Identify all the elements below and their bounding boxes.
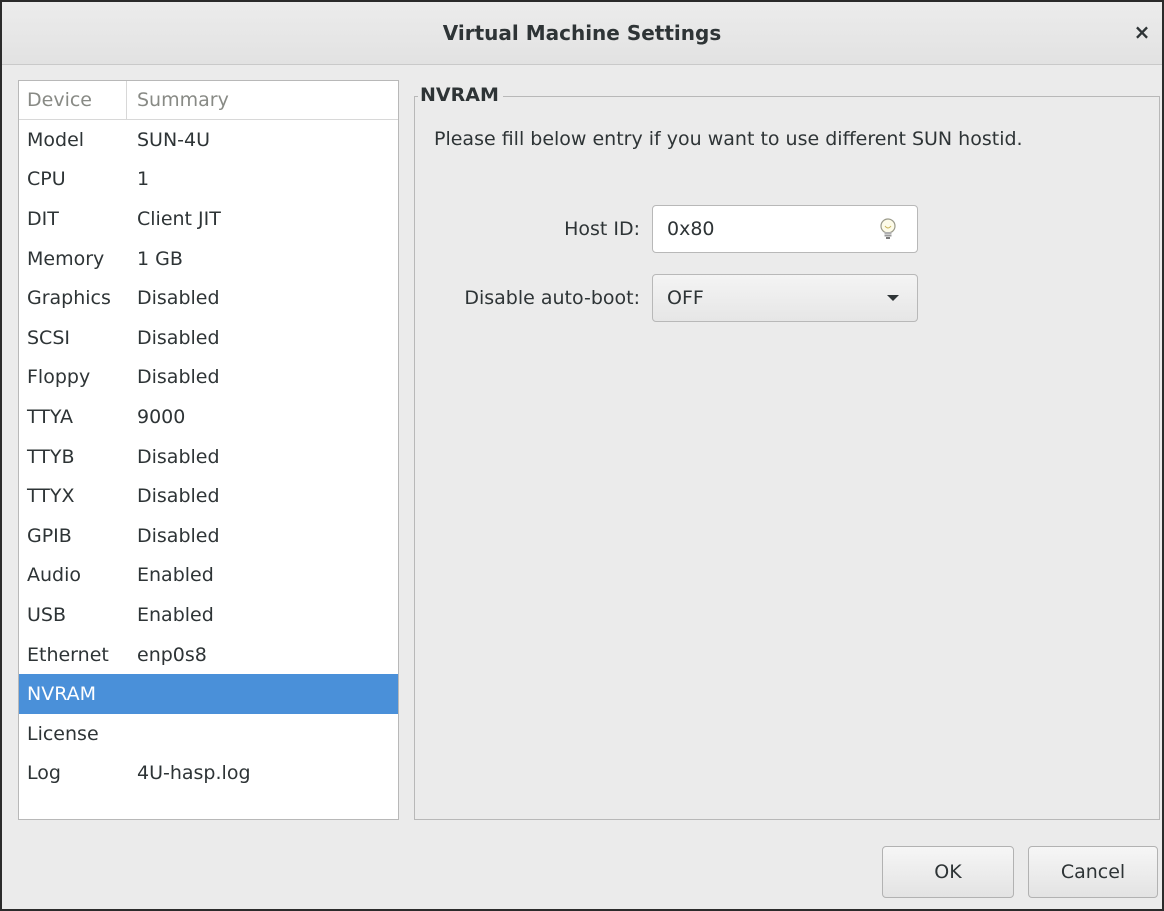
- device-summary: Disabled: [137, 326, 220, 349]
- nvram-frame-title: NVRAM: [418, 84, 503, 106]
- device-summary: 1: [137, 168, 150, 191]
- device-summary: Disabled: [137, 485, 220, 508]
- device-row-gpib[interactable]: GPIB Disabled: [19, 516, 398, 556]
- device-summary: Enabled: [137, 603, 214, 626]
- device-row-floppy[interactable]: Floppy Disabled: [19, 358, 398, 398]
- host-id-label: Host ID:: [564, 218, 640, 240]
- device-name: Ethernet: [27, 643, 109, 666]
- device-name: Log: [27, 762, 61, 785]
- device-name: CPU: [27, 168, 66, 191]
- chevron-down-icon: [887, 295, 899, 301]
- device-name: TTYA: [27, 405, 74, 428]
- device-summary: 4U-hasp.log: [137, 762, 251, 785]
- cancel-button[interactable]: Cancel: [1028, 846, 1158, 898]
- device-name: License: [27, 722, 99, 745]
- device-summary: Disabled: [137, 366, 220, 389]
- device-summary: Disabled: [137, 524, 220, 547]
- device-summary: Disabled: [137, 445, 220, 468]
- column-header-device[interactable]: Device: [19, 81, 127, 119]
- device-row-scsi[interactable]: SCSI Disabled: [19, 318, 398, 358]
- device-name: Memory: [27, 247, 105, 270]
- column-header-summary[interactable]: Summary: [127, 81, 229, 119]
- device-name: SCSI: [27, 326, 70, 349]
- device-name: Floppy: [27, 366, 91, 389]
- device-summary: Disabled: [137, 287, 220, 310]
- device-summary: Enabled: [137, 564, 214, 587]
- device-name: TTYX: [27, 485, 75, 508]
- close-button[interactable]: ×: [1128, 18, 1156, 46]
- title-bar: Virtual Machine Settings ×: [2, 2, 1162, 65]
- device-row-license[interactable]: License: [19, 714, 398, 754]
- device-row-ethernet[interactable]: Ethernet enp0s8: [19, 635, 398, 675]
- device-row-usb[interactable]: USB Enabled: [19, 595, 398, 635]
- device-summary: Client JIT: [137, 207, 221, 230]
- dialog-title: Virtual Machine Settings: [442, 21, 722, 45]
- device-row-log[interactable]: Log 4U-hasp.log: [19, 754, 398, 794]
- device-row-ttyb[interactable]: TTYB Disabled: [19, 437, 398, 477]
- device-row-memory[interactable]: Memory 1 GB: [19, 239, 398, 279]
- auto-boot-label: Disable auto-boot:: [464, 287, 640, 309]
- device-name: TTYB: [27, 445, 75, 468]
- device-row-ttya[interactable]: TTYA 9000: [19, 397, 398, 437]
- device-summary: SUN-4U: [137, 128, 211, 151]
- device-name: Model: [27, 128, 85, 151]
- device-name: NVRAM: [27, 683, 97, 706]
- device-name: GPIB: [27, 524, 72, 547]
- device-name: USB: [27, 603, 67, 626]
- device-row-ttyx[interactable]: TTYX Disabled: [19, 476, 398, 516]
- ok-button[interactable]: OK: [882, 846, 1014, 898]
- device-summary: 9000: [137, 405, 186, 428]
- device-row-cpu[interactable]: CPU 1: [19, 160, 398, 200]
- device-row-nvram[interactable]: NVRAM: [19, 674, 398, 714]
- device-list-header: Device Summary: [19, 81, 398, 120]
- auto-boot-dropdown[interactable]: OFF: [652, 274, 918, 322]
- device-summary: enp0s8: [137, 643, 207, 666]
- auto-boot-value: OFF: [667, 287, 704, 309]
- device-row-model[interactable]: Model SUN-4U: [19, 120, 398, 160]
- device-list[interactable]: Device Summary Model SUN-4U CPU 1 DIT Client …: [18, 80, 399, 820]
- device-name: DIT: [27, 207, 59, 230]
- device-summary: 1 GB: [137, 247, 183, 270]
- device-row-audio[interactable]: Audio Enabled: [19, 556, 398, 596]
- device-name: Audio: [27, 564, 82, 587]
- nvram-description: Please fill below entry if you want to u…: [434, 128, 1023, 150]
- lightbulb-icon[interactable]: [877, 217, 899, 241]
- device-name: Graphics: [27, 287, 111, 310]
